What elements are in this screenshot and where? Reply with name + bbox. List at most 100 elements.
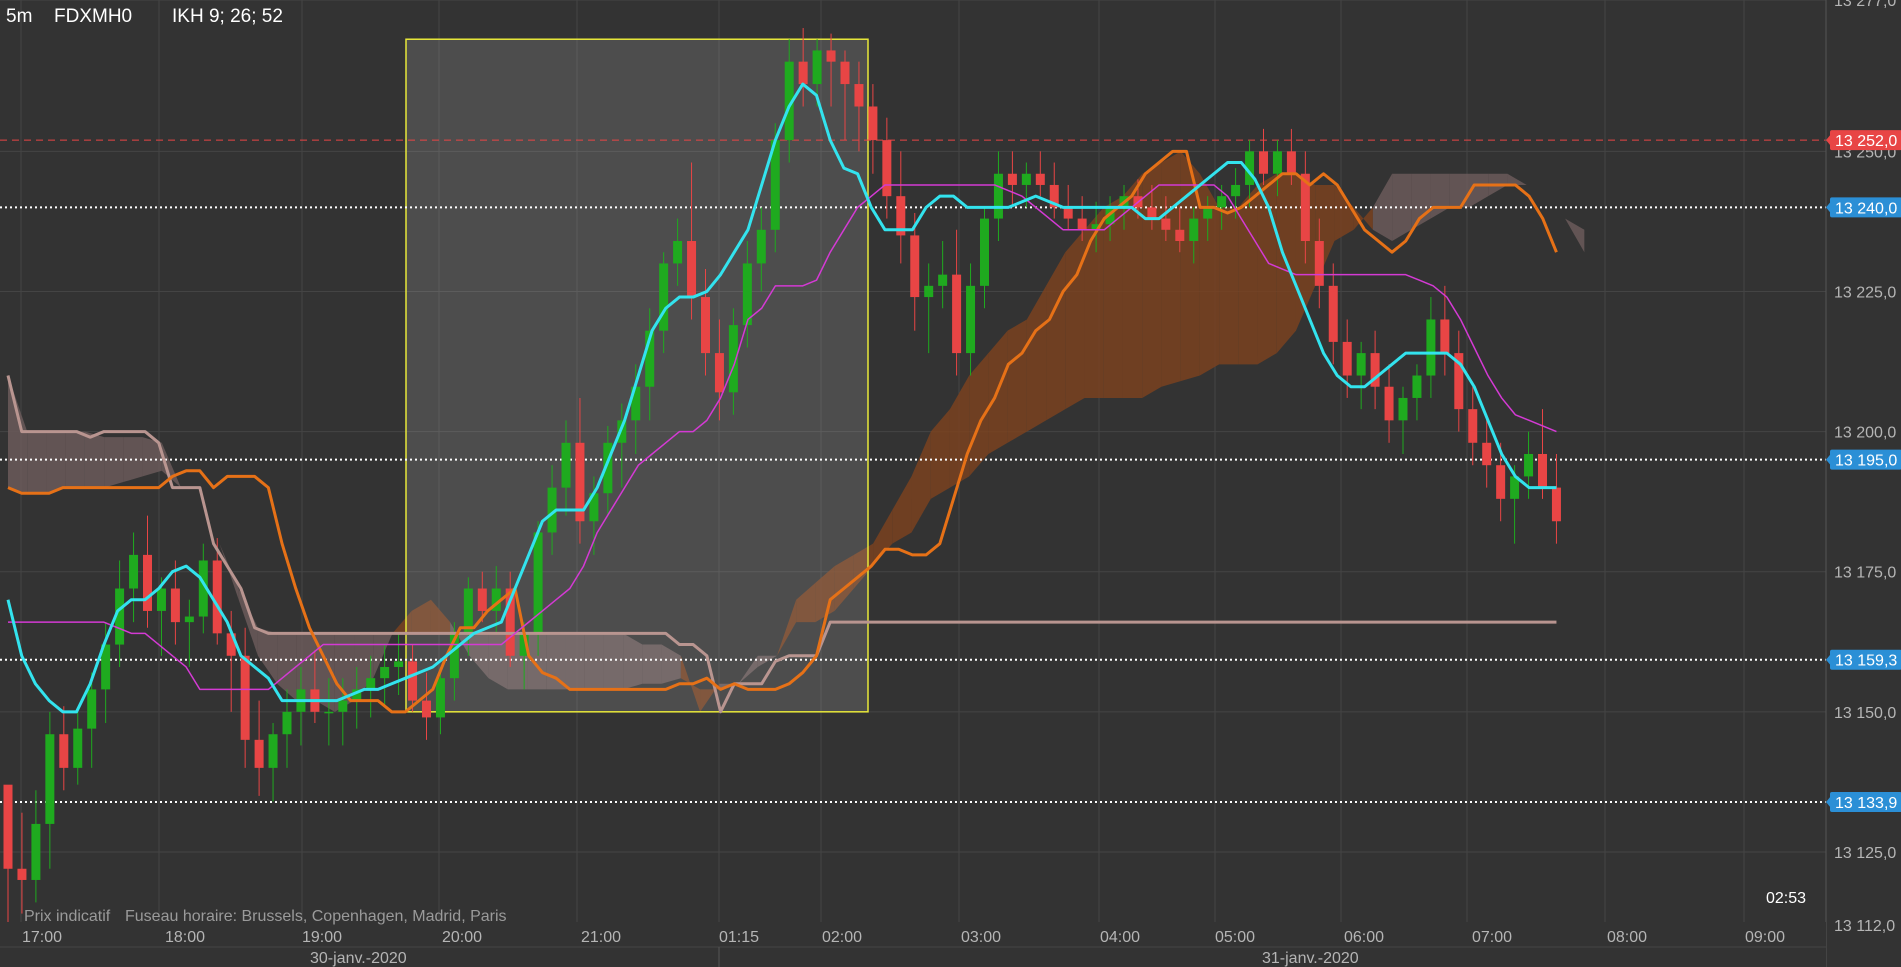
price-tick-label: 13 150,0 [1834, 705, 1896, 722]
candle-body[interactable] [1147, 207, 1157, 219]
price-label-text: 13 195,0 [1835, 453, 1897, 470]
indicator-label[interactable]: IKH 9; 26; 52 [172, 6, 283, 28]
candle-body[interactable] [1482, 442, 1492, 466]
candle-body[interactable] [1496, 465, 1506, 499]
candle-body[interactable] [533, 532, 543, 634]
cloud-segment [238, 588, 258, 656]
price-label-text: 13 252,0 [1835, 133, 1897, 150]
candle-body[interactable] [129, 554, 139, 589]
candle-body[interactable] [840, 61, 850, 85]
time-tick-label: 03:00 [961, 929, 1001, 946]
candle-body[interactable] [687, 241, 697, 298]
candle-body[interactable] [1063, 207, 1073, 219]
timeframe-label[interactable]: 5m [6, 6, 32, 28]
candle-body[interactable] [422, 700, 431, 718]
candle-body[interactable] [1384, 386, 1394, 421]
candle-body[interactable] [17, 868, 27, 880]
candle-body[interactable] [170, 588, 180, 623]
candle-body[interactable] [45, 734, 55, 824]
candle-body[interactable] [1398, 397, 1408, 421]
candle-body[interactable] [1189, 218, 1199, 242]
candle-body[interactable] [826, 50, 836, 62]
candle-body[interactable] [268, 734, 278, 768]
candle-body[interactable] [1175, 229, 1185, 242]
candle-body[interactable] [338, 700, 348, 712]
candle-body[interactable] [1272, 151, 1282, 174]
candle-body[interactable] [1231, 184, 1241, 197]
candle-body[interactable] [3, 784, 13, 869]
time-tick-label: 17:00 [22, 929, 62, 946]
cloud-segment [1526, 184, 1546, 197]
price-tick-label: 13 225,0 [1834, 284, 1896, 301]
ikh-candlestick-chart[interactable]: 13 277,013 250,013 225,013 200,013 175,0… [0, 0, 1901, 967]
candle-body[interactable] [952, 274, 962, 354]
candle-body[interactable] [993, 173, 1003, 219]
candle-body[interactable] [1468, 409, 1478, 443]
candle-body[interactable] [156, 588, 166, 611]
candle-body[interactable] [742, 263, 752, 326]
candle-body[interactable] [1538, 453, 1547, 488]
candle-body[interactable] [1217, 196, 1227, 208]
candle-body[interactable] [87, 689, 97, 729]
candle-body[interactable] [1524, 453, 1534, 477]
candle-body[interactable] [477, 588, 487, 611]
candle-body[interactable] [854, 84, 864, 107]
cloud-segment [1449, 173, 1470, 208]
symbol-label[interactable]: FDXMH0 [54, 6, 132, 28]
candle-body[interactable] [938, 274, 948, 286]
candle-body[interactable] [966, 285, 976, 354]
candle-body[interactable] [980, 218, 989, 286]
candle-body[interactable] [1342, 341, 1352, 376]
candle-body[interactable] [1356, 353, 1366, 376]
candle-body[interactable] [408, 661, 418, 701]
candle-body[interactable] [673, 241, 683, 264]
candle-body[interactable] [184, 616, 194, 623]
candle-body[interactable] [701, 297, 710, 354]
candle-body[interactable] [1021, 173, 1031, 185]
candle-body[interactable] [59, 734, 69, 768]
candle-body[interactable] [143, 554, 152, 611]
candle-body[interactable] [756, 229, 766, 264]
candle-body[interactable] [1551, 487, 1561, 522]
time-axis[interactable]: 17:00 18:00 19:00 20:00 21:00 01:15 02:00 03:00… [0, 922, 1826, 967]
candle-body[interactable] [324, 711, 334, 714]
price-label-text: 13 133,9 [1835, 795, 1897, 812]
candle-body[interactable] [1426, 319, 1436, 376]
candle-body[interactable] [659, 263, 669, 331]
candle-body[interactable] [1412, 375, 1422, 398]
time-tick-label: 01:15 [719, 929, 759, 946]
candle-body[interactable] [254, 739, 264, 768]
candle-body[interactable] [1161, 218, 1171, 230]
candle-body[interactable] [910, 235, 920, 298]
cloud-segment [1238, 184, 1258, 365]
candle-body[interactable] [73, 728, 83, 768]
candle-body[interactable] [1259, 151, 1268, 174]
cloud-segment [1507, 173, 1527, 185]
candle-body[interactable] [882, 140, 892, 197]
candle-body[interactable] [366, 678, 376, 690]
candle-body[interactable] [1440, 319, 1450, 354]
candle-body[interactable] [31, 823, 41, 880]
candle-body[interactable] [240, 655, 250, 740]
candle-body[interactable] [435, 678, 445, 718]
candle-body[interactable] [924, 285, 934, 298]
candle-body[interactable] [798, 61, 808, 85]
candle-body[interactable] [1077, 218, 1087, 230]
candle-body[interactable] [394, 661, 404, 667]
candle-body[interactable] [1286, 151, 1296, 174]
candle-body[interactable] [1203, 207, 1213, 219]
price-axis[interactable]: 13 277,013 250,013 225,013 200,013 175,0… [1825, 0, 1901, 967]
candle-body[interactable] [380, 666, 390, 679]
candle-body[interactable] [282, 711, 292, 735]
cloud-segment [1199, 173, 1220, 376]
candle-body[interactable] [714, 353, 724, 393]
candle-body[interactable] [1007, 173, 1017, 185]
candle-body[interactable] [1035, 173, 1045, 185]
candle-body[interactable] [212, 560, 222, 634]
candle-body[interactable] [868, 106, 878, 141]
candle-body[interactable] [1314, 241, 1324, 286]
time-tick-label: 18:00 [165, 929, 205, 946]
candle-body[interactable] [561, 442, 571, 488]
candle-body[interactable] [812, 50, 822, 85]
candle-body[interactable] [1328, 285, 1338, 342]
